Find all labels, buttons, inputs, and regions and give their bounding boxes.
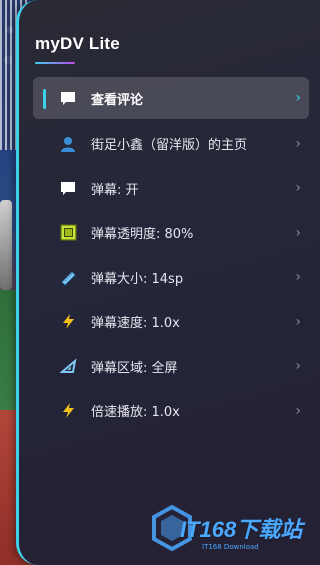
menu-item-label: 查看评论 (91, 92, 144, 108)
ruler-icon (59, 268, 77, 286)
menu-item-danmaku-toggle[interactable]: 弹幕: 开 › (33, 166, 309, 211)
title-underline (35, 62, 75, 64)
chevron-right-icon: › (295, 135, 301, 152)
watermark-subtext: IT168 Download (202, 543, 259, 551)
menu-item-danmaku-size[interactable]: 弹幕大小: 14sp › (33, 255, 309, 300)
lightning-icon (59, 313, 77, 331)
chevron-right-icon: › (295, 402, 301, 419)
drawer-menu: 查看评论 › 街足小鑫（留洋版）的主页 › 弹幕: 开 › 弹幕透明度: 80%… (33, 77, 309, 433)
comment-icon (59, 89, 77, 107)
watermark: IT168下载站 IT168 Download (150, 504, 310, 555)
menu-item-danmaku-area[interactable]: 弹幕区域: 全屏 › (33, 344, 309, 389)
menu-item-label: 弹幕: 开 (91, 182, 139, 198)
menu-item-danmaku-speed[interactable]: 弹幕速度: 1.0x › (33, 300, 309, 345)
app-title: myDV Lite (35, 34, 120, 53)
menu-item-label: 倍速播放: 1.0x (91, 405, 180, 421)
menu-item-label: 弹幕透明度: 80% (91, 227, 194, 243)
chevron-right-icon: › (295, 358, 301, 375)
menu-item-label: 街足小鑫（留洋版）的主页 (91, 138, 248, 154)
chevron-right-icon: › (295, 224, 301, 241)
chevron-right-icon: › (295, 90, 301, 106)
menu-item-playback-speed[interactable]: 倍速播放: 1.0x › (33, 389, 309, 434)
menu-item-view-comments[interactable]: 查看评论 › (33, 77, 309, 119)
chevron-right-icon: › (295, 180, 301, 197)
lightning-icon (59, 402, 77, 420)
active-indicator (43, 89, 46, 109)
watermark-text: IT168下载站 (180, 517, 303, 542)
player-figure (0, 200, 12, 290)
menu-item-label: 弹幕速度: 1.0x (91, 316, 180, 332)
menu-item-label: 弹幕大小: 14sp (91, 271, 184, 287)
menu-item-danmaku-opacity[interactable]: 弹幕透明度: 80% › (33, 211, 309, 256)
settings-drawer: myDV Lite 查看评论 › 街足小鑫（留洋版）的主页 › 弹幕: 开 › (16, 0, 320, 565)
danmaku-icon (59, 179, 77, 197)
chevron-right-icon: › (295, 269, 301, 286)
user-icon (59, 135, 77, 153)
menu-item-uploader-home[interactable]: 街足小鑫（留洋版）的主页 › (33, 122, 309, 167)
set-square-icon (59, 357, 77, 375)
opacity-icon (59, 224, 77, 242)
chevron-right-icon: › (295, 313, 301, 330)
menu-item-label: 弹幕区域: 全屏 (91, 360, 178, 376)
